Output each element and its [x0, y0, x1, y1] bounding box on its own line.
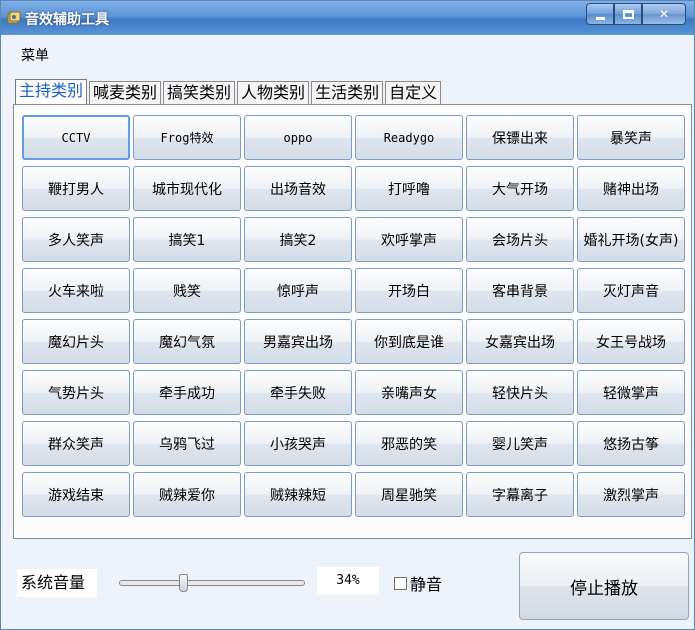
sound-button[interactable]: 贼辣爱你: [133, 472, 241, 517]
sound-button[interactable]: 魔幻气氛: [133, 319, 241, 364]
tab-host[interactable]: 主持类别: [15, 79, 88, 105]
mute-checkbox-box[interactable]: [394, 576, 407, 590]
sound-button[interactable]: 群众笑声: [22, 421, 130, 466]
sound-button[interactable]: 小孩哭声: [244, 421, 352, 466]
sound-button[interactable]: 打呼噜: [355, 166, 463, 211]
sound-button[interactable]: 牵手成功: [133, 370, 241, 415]
maximize-icon: [622, 9, 634, 19]
sound-button[interactable]: 邪恶的笑: [355, 421, 463, 466]
sound-button[interactable]: 搞笑2: [244, 217, 352, 262]
app-icon: [7, 11, 21, 24]
sound-button-grid: CCTV Frog特效 oppo Readygo 保镖出来 暴笑声鞭打男人 城市现代化 出场音…: [22, 115, 687, 517]
sound-button[interactable]: 女嘉宾出场: [466, 319, 574, 364]
menu-item-main[interactable]: 菜单: [21, 45, 49, 65]
title-bar[interactable]: 音效辅助工具 ✕: [1, 1, 694, 35]
category-tabs: 主持类别 喊麦类别 搞笑类别 人物类别 生活类别 自定义: [15, 79, 443, 105]
sound-button[interactable]: 魔幻片头: [22, 319, 130, 364]
sound-button[interactable]: 贱笑: [133, 268, 241, 313]
sound-button[interactable]: 大气开场: [466, 166, 574, 211]
sound-button[interactable]: 女王号战场: [577, 319, 685, 364]
sound-button[interactable]: 暴笑声: [577, 115, 685, 160]
menu-bar: 菜单: [1, 35, 694, 67]
sound-panel: CCTV Frog特效 oppo Readygo 保镖出来 暴笑声鞭打男人 城市现代化 出场音…: [13, 104, 692, 539]
sound-button[interactable]: 轻微掌声: [577, 370, 685, 415]
sound-button[interactable]: 轻快片头: [466, 370, 574, 415]
sound-button[interactable]: Frog特效: [133, 115, 241, 160]
tab-funny[interactable]: 搞笑类别: [163, 81, 236, 105]
window-title: 音效辅助工具: [25, 12, 109, 28]
sound-button[interactable]: 开场白: [355, 268, 463, 313]
sound-button[interactable]: 会场片头: [466, 217, 574, 262]
sound-button[interactable]: 多人笑声: [22, 217, 130, 262]
sound-button[interactable]: 乌鸦飞过: [133, 421, 241, 466]
sound-button[interactable]: 悠扬古筝: [577, 421, 685, 466]
sound-button[interactable]: 周星驰笑: [355, 472, 463, 517]
sound-button[interactable]: 城市现代化: [133, 166, 241, 211]
sound-button[interactable]: 火车来啦: [22, 268, 130, 313]
sound-button[interactable]: 赌神出场: [577, 166, 685, 211]
maximize-button[interactable]: [614, 3, 642, 25]
volume-value: 34%: [317, 567, 379, 595]
sound-button[interactable]: 保镖出来: [466, 115, 574, 160]
tab-character[interactable]: 人物类别: [237, 81, 310, 105]
mute-checkbox[interactable]: 静音: [394, 571, 442, 595]
close-icon: ✕: [658, 7, 670, 21]
sound-button[interactable]: oppo: [244, 115, 352, 160]
tab-mc[interactable]: 喊麦类别: [89, 81, 162, 105]
sound-button[interactable]: 贼辣辣短: [244, 472, 352, 517]
tab-custom[interactable]: 自定义: [385, 81, 442, 105]
sound-button[interactable]: 牵手失败: [244, 370, 352, 415]
sound-button[interactable]: Readygo: [355, 115, 463, 160]
sound-button[interactable]: CCTV: [22, 115, 130, 160]
stop-button[interactable]: 停止播放: [519, 552, 689, 620]
volume-slider-track[interactable]: [119, 580, 305, 586]
sound-button[interactable]: 亲嘴声女: [355, 370, 463, 415]
close-button[interactable]: ✕: [642, 3, 686, 25]
app-window: 音效辅助工具 ✕ 菜单 主持类别 喊麦类别 搞笑类别 人物类别 生活类别 自定义…: [0, 0, 695, 630]
sound-button[interactable]: 鞭打男人: [22, 166, 130, 211]
sound-button[interactable]: 你到底是谁: [355, 319, 463, 364]
sound-button[interactable]: 灭灯声音: [577, 268, 685, 313]
sound-button[interactable]: 搞笑1: [133, 217, 241, 262]
minimize-icon: [595, 16, 605, 20]
sound-button[interactable]: 游戏结束: [22, 472, 130, 517]
tab-life[interactable]: 生活类别: [311, 81, 384, 105]
sound-button[interactable]: 出场音效: [244, 166, 352, 211]
window-controls: ✕: [586, 3, 686, 25]
sound-button[interactable]: 激烈掌声: [577, 472, 685, 517]
mute-label: 静音: [410, 575, 443, 594]
volume-label: 系统音量: [17, 569, 97, 597]
sound-button[interactable]: 气势片头: [22, 370, 130, 415]
sound-button[interactable]: 惊呼声: [244, 268, 352, 313]
minimize-button[interactable]: [586, 3, 614, 25]
sound-button[interactable]: 婴儿笑声: [466, 421, 574, 466]
sound-button[interactable]: 客串背景: [466, 268, 574, 313]
sound-button[interactable]: 欢呼掌声: [355, 217, 463, 262]
sound-button[interactable]: 男嘉宾出场: [244, 319, 352, 364]
sound-button[interactable]: 婚礼开场(女声): [577, 217, 685, 262]
volume-slider-thumb[interactable]: [179, 574, 188, 592]
sound-button[interactable]: 字幕离子: [466, 472, 574, 517]
volume-slider[interactable]: [119, 574, 305, 592]
